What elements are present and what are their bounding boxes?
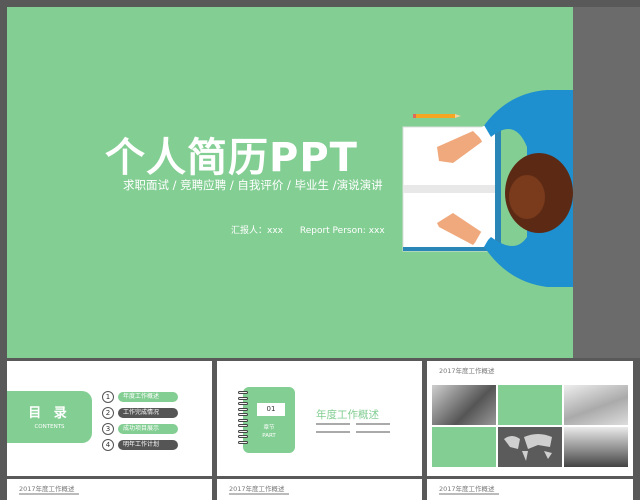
placeholder-line [316,423,350,425]
section-label-cn: 章节 [263,425,275,431]
reporter-en: Report Person: xxx [299,226,385,236]
slide-thumbnail-next[interactable]: 2017年度工作概述 [217,479,422,500]
notebook-icon: 01 章节 PART [238,387,295,453]
slide-thumbnail-next[interactable]: 2017年度工作概述 [7,479,212,500]
world-map-image [498,427,562,467]
placeholder-line [316,431,350,433]
contents-title: 目 录 [28,406,71,421]
thumbnail-title: 2017年度工作概述 [229,485,285,493]
item-label: 成功项目展示 [118,424,178,434]
item-number: 4 [102,439,114,451]
placeholder-line [356,431,390,433]
person-reading-illustration [402,90,573,287]
main-slide[interactable]: 个人简历PPT 求职面试 / 竞聘应聘 / 自我评价 / 毕业生 /演说演讲 汇… [7,7,573,358]
slide-subtitle: 求职面试 / 竞聘应聘 / 自我评价 / 毕业生 /演说演讲 [123,178,383,192]
photo-city [432,385,496,425]
item-number: 3 [102,423,114,435]
contents-item: 4 明年工作计划 [102,439,180,451]
item-label: 明年工作计划 [118,440,178,450]
green-panel [498,385,562,425]
item-number: 2 [102,407,114,419]
contents-subtitle: CONTENTS [34,424,65,430]
section-label-en: PART [262,433,276,439]
photo-crowd [564,427,628,467]
contents-item: 1 年度工作概述 [102,391,180,403]
section-number: 01 [257,403,285,416]
contents-item: 2 工作完成情况 [102,407,180,419]
thumbnail-title: 2017年度工作概述 [19,485,75,493]
item-label: 年度工作概述 [118,392,178,402]
item-number: 1 [102,391,114,403]
green-panel [432,427,496,467]
reporter-line: 汇报人：xxx Report Person: xxx [231,223,399,236]
slide-thumbnail-next[interactable]: 2017年度工作概述 [427,479,633,500]
slide-thumbnail-overview[interactable]: 2017年度工作概述 [427,361,633,476]
overview-grid [432,385,628,467]
photo-chart [564,385,628,425]
slide-thumbnail-contents[interactable]: 目 录 CONTENTS 1 年度工作概述 2 工作完成情况 3 成功项目展示 … [7,361,212,476]
editor-background [573,7,640,358]
placeholder-line [356,423,390,425]
contents-item: 3 成功项目展示 [102,423,180,435]
overview-title: 2017年度工作概述 [439,367,495,375]
slide-thumbnail-section[interactable]: 01 章节 PART 年度工作概述 [217,361,422,476]
placeholder-line [439,493,499,495]
contents-block: 目 录 CONTENTS [7,391,92,443]
section-title: 年度工作概述 [316,409,379,421]
notebook-rings [238,391,248,449]
slide-title: 个人简历PPT [105,135,358,181]
pencil-icon [413,114,461,118]
placeholder-line [19,493,79,495]
thumbnail-title: 2017年度工作概述 [439,485,495,493]
reporter-cn: 汇报人：xxx [231,226,283,236]
item-label: 工作完成情况 [118,408,178,418]
placeholder-line [229,493,289,495]
